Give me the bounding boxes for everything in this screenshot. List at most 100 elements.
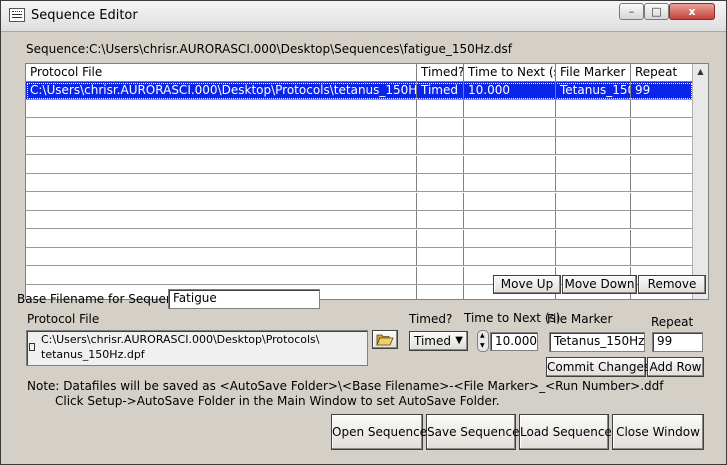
path-icon — [29, 343, 35, 351]
table-cell — [631, 248, 693, 265]
base-filename-input[interactable]: Fatigue — [168, 289, 320, 309]
table-cell — [417, 248, 464, 265]
protocol-file-path-display[interactable]: C:\Users\chrisr.AURORASCI.000\Desktop\Pr… — [26, 330, 368, 366]
repeat-label: Repeat — [651, 315, 694, 329]
table-cell — [556, 211, 631, 228]
minimize-button[interactable]: – — [619, 3, 644, 20]
save-sequence-button[interactable]: Save Sequence — [426, 414, 519, 450]
cell-file-marker: Tetanus_150Hz — [556, 82, 631, 99]
time-to-next-input[interactable]: 10.000 — [490, 332, 538, 351]
table-cell — [556, 192, 631, 210]
close-window-icon-button[interactable]: x — [669, 3, 715, 20]
cell-time-to-next: 10.000 — [464, 82, 556, 99]
dropdown-arrow-icon: ▼ — [455, 335, 463, 346]
time-stepper[interactable]: ▲ ▼ — [477, 330, 489, 352]
table-cell — [417, 174, 464, 191]
sequence-editor-window: Sequence Editor – □ x Sequence: C:\Users… — [0, 0, 727, 465]
table-cell — [631, 174, 693, 191]
remove-button[interactable]: Remove — [638, 275, 706, 294]
open-sequence-button[interactable]: Open Sequence — [331, 414, 427, 450]
table-cell — [417, 211, 464, 228]
table-row[interactable] — [26, 192, 693, 211]
table-row-selected[interactable]: C:\Users\chrisr.AURORASCI.000\Desktop\Pr… — [26, 82, 693, 100]
table-cell — [417, 118, 464, 136]
table-row[interactable] — [26, 229, 693, 248]
table-cell — [556, 100, 631, 117]
table-cell — [556, 248, 631, 265]
table-cell — [556, 118, 631, 136]
table-cell — [631, 137, 693, 154]
table-cell — [556, 155, 631, 173]
table-cell — [464, 174, 556, 191]
autosave-note-line2: Click Setup->AutoSave Folder in the Main… — [55, 394, 500, 408]
title-bar[interactable]: Sequence Editor – □ x — [1, 1, 726, 32]
file-marker-input[interactable]: Tetanus_150Hz — [549, 332, 645, 352]
table-cell — [631, 118, 693, 136]
sequence-table[interactable]: Protocol File Timed? Time to Next (s) Fi… — [25, 63, 709, 300]
column-header-time-to-next: Time to Next (s) — [464, 64, 556, 82]
table-cell — [464, 155, 556, 173]
table-row[interactable] — [26, 155, 693, 174]
table-cell — [26, 118, 417, 136]
close-window-button[interactable]: Close Window — [612, 414, 704, 450]
table-cell — [26, 155, 417, 173]
scroll-up-arrow-icon[interactable]: ▲ — [693, 64, 708, 80]
table-row[interactable] — [26, 174, 693, 192]
table-row[interactable] — [26, 137, 693, 155]
column-header-file-marker: File Marker — [556, 64, 631, 82]
add-row-button[interactable]: Add Row — [647, 357, 704, 377]
window-title: Sequence Editor — [31, 8, 138, 23]
client-area: Sequence: C:\Users\chrisr.AURORASCI.000\… — [9, 32, 718, 458]
table-row[interactable] — [26, 248, 693, 266]
table-row[interactable] — [26, 211, 693, 229]
repeat-input[interactable]: 99 — [652, 332, 703, 352]
table-cell — [26, 137, 417, 154]
table-cell — [417, 285, 464, 299]
table-cell — [26, 229, 417, 247]
move-up-button[interactable]: Move Up — [493, 275, 561, 294]
table-cell — [464, 211, 556, 228]
move-down-button[interactable]: Move Down — [562, 275, 637, 294]
commit-changes-button[interactable]: Commit Changes — [546, 357, 650, 377]
load-sequence-button[interactable]: Load Sequence — [519, 414, 612, 450]
table-cell — [464, 248, 556, 265]
table-cell — [464, 118, 556, 136]
column-header-timed: Timed? — [417, 64, 464, 82]
column-header-protocol-file: Protocol File — [26, 64, 417, 82]
table-cell — [26, 174, 417, 191]
table-cell — [464, 137, 556, 154]
table-cell — [26, 266, 417, 284]
table-cell — [26, 100, 417, 117]
column-header-repeat: Repeat — [631, 64, 693, 82]
cell-protocol-file: C:\Users\chrisr.AURORASCI.000\Desktop\Pr… — [26, 82, 417, 99]
autosave-note-line1: Note: Datafiles will be saved as <AutoSa… — [27, 379, 664, 393]
table-row[interactable] — [26, 118, 693, 137]
table-cell — [631, 192, 693, 210]
maximize-button[interactable]: □ — [644, 3, 669, 20]
table-cell — [556, 137, 631, 154]
base-filename-label: Base Filename for Sequence — [17, 292, 188, 306]
table-cell — [417, 137, 464, 154]
table-cell — [417, 266, 464, 284]
table-row[interactable] — [26, 100, 693, 118]
table-cell — [417, 229, 464, 247]
timed-select-value: Timed — [414, 334, 451, 348]
table-cell — [631, 100, 693, 117]
stepper-up-icon[interactable]: ▲ — [480, 332, 485, 339]
table-cell — [556, 174, 631, 191]
cell-timed: Timed — [417, 82, 464, 99]
table-cell — [556, 229, 631, 247]
timed-select[interactable]: Timed ▼ — [409, 331, 468, 351]
table-scrollbar[interactable]: ▲ ▼ — [692, 64, 708, 299]
table-cell — [631, 155, 693, 173]
stepper-down-icon[interactable]: ▼ — [480, 342, 485, 349]
table-cell — [417, 155, 464, 173]
browse-folder-button[interactable] — [372, 330, 398, 349]
cell-repeat: 99 — [631, 82, 693, 99]
table-cell — [417, 100, 464, 117]
file-marker-label: File Marker — [547, 312, 613, 326]
table-cell — [26, 192, 417, 210]
table-cell — [26, 211, 417, 228]
sequence-label: Sequence: — [26, 42, 90, 56]
table-cell — [464, 229, 556, 247]
